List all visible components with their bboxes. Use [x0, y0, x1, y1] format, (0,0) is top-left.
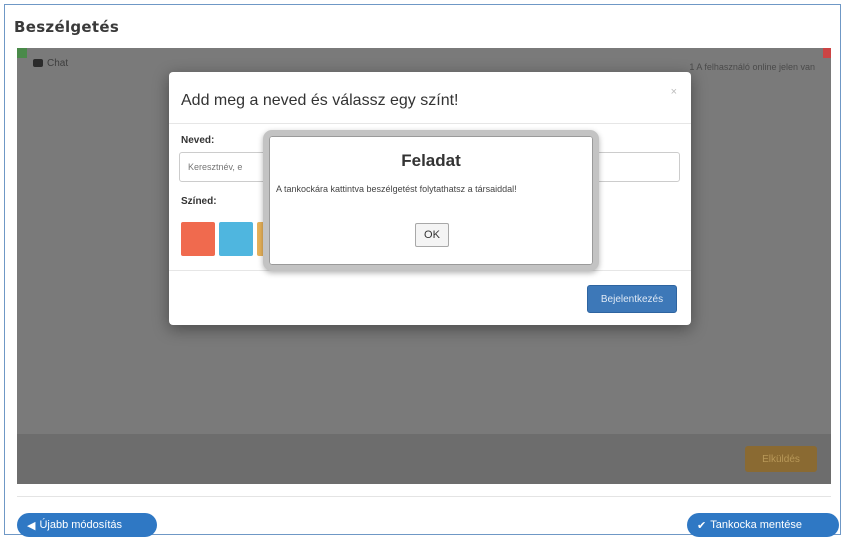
chat-header: Chat: [33, 58, 68, 69]
modal-title: Add meg a neved és válassz egy színt!: [181, 92, 459, 109]
task-alert-dialog: Feladat A tankockára kattintva beszélget…: [263, 130, 599, 271]
connect-button[interactable]: Bejelentkezés: [587, 285, 677, 313]
color-swatch-blue[interactable]: [219, 222, 253, 256]
save-tankocka-label: Tankocka mentése: [710, 519, 802, 531]
alert-title: Feladat: [401, 151, 461, 170]
checkmark-icon: ✔: [697, 519, 707, 532]
send-button[interactable]: Elküldés: [745, 446, 817, 472]
color-label: Színed:: [181, 196, 217, 207]
chat-label: Chat: [47, 58, 69, 69]
color-swatch-red[interactable]: [181, 222, 215, 256]
footer-divider: [17, 496, 831, 497]
chat-bubble-icon: [33, 59, 43, 67]
close-corner-icon[interactable]: [823, 48, 831, 58]
modal-header: Add meg a neved és válassz egy színt! ×: [169, 72, 691, 124]
page-title: Beszélgetés: [14, 18, 120, 36]
new-edit-button[interactable]: ◀ Újabb módosítás: [17, 513, 157, 537]
close-icon[interactable]: ×: [671, 86, 677, 98]
chat-input-bar: Elküldés: [17, 434, 831, 484]
online-status: 1 A felhasználó online jelen van: [689, 62, 815, 72]
new-edit-label: Újabb módosítás: [39, 519, 123, 531]
save-tankocka-button[interactable]: ✔ Tankocka mentése: [687, 513, 839, 537]
ok-button[interactable]: OK: [415, 223, 449, 247]
arrow-left-icon: ◀: [27, 519, 36, 532]
name-label: Neved:: [181, 135, 215, 146]
modal-footer: Bejelentkezés: [169, 270, 691, 325]
alert-message: A tankockára kattintva beszélgetést foly…: [276, 184, 517, 194]
corner-marker-icon: [17, 48, 27, 58]
